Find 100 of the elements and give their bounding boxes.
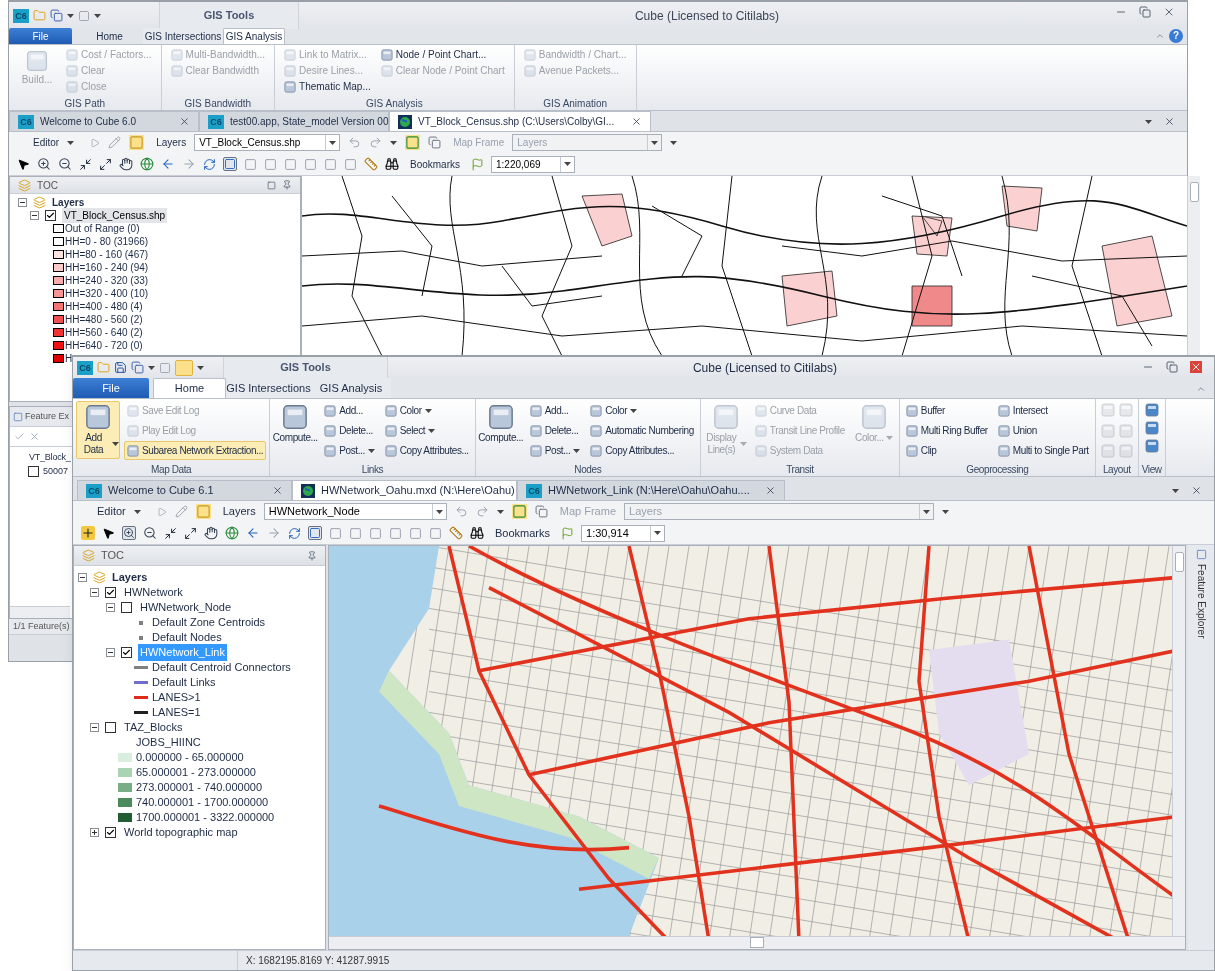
pencil-icon[interactable]: [174, 505, 188, 518]
close-icon[interactable]: [1191, 485, 1202, 496]
pan-icon[interactable]: [204, 526, 218, 540]
ribbon-button[interactable]: Multi Ring Buffer: [902, 421, 991, 440]
zoom-in-icon[interactable]: [122, 526, 136, 540]
collapse-ribbon-icon[interactable]: [1196, 384, 1206, 394]
binoculars-icon[interactable]: [470, 526, 484, 540]
full-extent-icon[interactable]: [225, 526, 239, 540]
tree-item[interactable]: 50007: [43, 464, 69, 478]
square-icon[interactable]: [264, 157, 277, 171]
ribbon-button[interactable]: Buffer: [902, 401, 991, 420]
square-icon[interactable]: [324, 157, 337, 171]
ruler-icon[interactable]: [449, 526, 463, 540]
ribbon-button[interactable]: Add...: [526, 401, 584, 420]
restore-icon[interactable]: [1166, 361, 1178, 373]
checkbox[interactable]: [45, 210, 56, 221]
scrollbar[interactable]: [1172, 546, 1185, 936]
zoom-in-icon[interactable]: [37, 157, 51, 171]
square-icon[interactable]: [244, 157, 257, 171]
undo-icon[interactable]: [348, 136, 362, 149]
checkbox[interactable]: [105, 587, 116, 598]
ribbon-button[interactable]: Delete...: [526, 421, 584, 440]
ribbon-tab[interactable]: GIS Intersections: [143, 28, 223, 44]
layer-name[interactable]: World topographic map: [122, 824, 240, 841]
ribbon-tab[interactable]: Home: [76, 28, 143, 44]
folder-icon[interactable]: [33, 9, 46, 22]
refresh-icon[interactable]: [288, 526, 301, 540]
undo-icon[interactable]: [454, 505, 468, 518]
ribbon-button[interactable]: Intersect: [994, 401, 1092, 420]
document-tab[interactable]: C6 Welcome to Cube 6.1: [77, 480, 292, 500]
ribbon-button[interactable]: Union: [994, 421, 1092, 440]
ribbon-button[interactable]: Copy Attributes...: [587, 441, 697, 460]
forward-icon[interactable]: [182, 157, 196, 171]
close-icon[interactable]: [631, 116, 642, 127]
checkbox[interactable]: [121, 602, 132, 613]
square-icon[interactable]: [409, 526, 422, 540]
layer-name[interactable]: HWNetwork: [122, 584, 185, 601]
float-icon[interactable]: [267, 180, 276, 190]
expander-icon[interactable]: [78, 573, 87, 582]
scale-dropdown[interactable]: 1:220,069: [491, 155, 575, 173]
copy-icon[interactable]: [534, 505, 548, 518]
expander-icon[interactable]: [90, 828, 99, 837]
pencil-icon[interactable]: [108, 136, 122, 149]
copy-icon[interactable]: [428, 136, 442, 149]
pointer-icon[interactable]: [102, 526, 115, 540]
forward-icon[interactable]: [267, 526, 281, 540]
zoom-out-fixed-icon[interactable]: [184, 526, 197, 540]
ribbon-button[interactable]: Compute...: [478, 401, 523, 459]
flag-icon[interactable]: [471, 157, 484, 171]
ribbon-button[interactable]: Add...: [321, 401, 378, 420]
square-icon[interactable]: [195, 504, 211, 519]
check-icon[interactable]: [14, 431, 25, 442]
play-icon[interactable]: [90, 137, 101, 148]
refresh-icon[interactable]: [203, 157, 216, 171]
square-icon[interactable]: [284, 157, 297, 171]
checkbox[interactable]: [105, 827, 116, 838]
tree-item[interactable]: VT_Block_: [29, 452, 71, 462]
pan-icon[interactable]: [119, 157, 133, 171]
ribbon-button[interactable]: Multi to Single Part: [994, 441, 1092, 460]
collapse-ribbon-icon[interactable]: [1155, 31, 1165, 41]
square-icon[interactable]: [344, 157, 357, 171]
close-icon[interactable]: [272, 485, 283, 496]
ribbon-button[interactable]: Node / Point Chart...: [377, 47, 508, 62]
back-icon[interactable]: [161, 157, 175, 171]
checkbox[interactable]: [28, 465, 39, 477]
editor-menu[interactable]: Editor: [25, 135, 83, 150]
ribbon-button[interactable]: Delete...: [321, 421, 378, 440]
square-icon[interactable]: [369, 526, 382, 540]
select-features-icon[interactable]: [308, 526, 322, 540]
ribbon-button[interactable]: Post...: [321, 441, 378, 460]
close-icon[interactable]: [765, 485, 776, 496]
square-icon[interactable]: [129, 135, 145, 150]
layers-icon[interactable]: [82, 549, 95, 562]
ruler-icon[interactable]: [364, 157, 378, 171]
copy-icon[interactable]: [131, 361, 144, 374]
ribbon-button[interactable]: Compute...: [273, 401, 318, 459]
panel-icon[interactable]: [1195, 549, 1207, 560]
help-button[interactable]: ?: [1169, 29, 1183, 43]
square-icon[interactable]: [349, 526, 362, 540]
square-icon[interactable]: [78, 9, 90, 22]
ribbon-button[interactable]: Select: [381, 421, 472, 440]
expander-icon[interactable]: [30, 211, 39, 220]
scrollbar[interactable]: [329, 936, 1185, 949]
document-tab[interactable]: C6 Welcome to Cube 6.0: [9, 111, 199, 131]
ribbon-button[interactable]: Copy Attributes...: [381, 441, 472, 460]
square-icon[interactable]: [429, 526, 442, 540]
pointer-icon[interactable]: [17, 157, 30, 171]
ribbon-tab[interactable]: GIS Analysis: [311, 378, 391, 398]
expander-icon[interactable]: [90, 723, 99, 732]
ribbon-button[interactable]: Add Data: [76, 401, 120, 459]
close-icon[interactable]: [1164, 116, 1175, 127]
layer-name[interactable]: HWNetwork_Node: [138, 599, 234, 616]
close-icon[interactable]: [179, 116, 190, 127]
redo-icon[interactable]: [369, 136, 383, 149]
close-icon[interactable]: [1163, 6, 1175, 18]
select-features-icon[interactable]: [223, 157, 237, 171]
pin-icon[interactable]: [282, 180, 292, 190]
bookmarks-button[interactable]: Bookmarks: [406, 156, 464, 172]
bookmarks-button[interactable]: Bookmarks: [491, 524, 555, 542]
scrollbar[interactable]: [10, 606, 70, 618]
